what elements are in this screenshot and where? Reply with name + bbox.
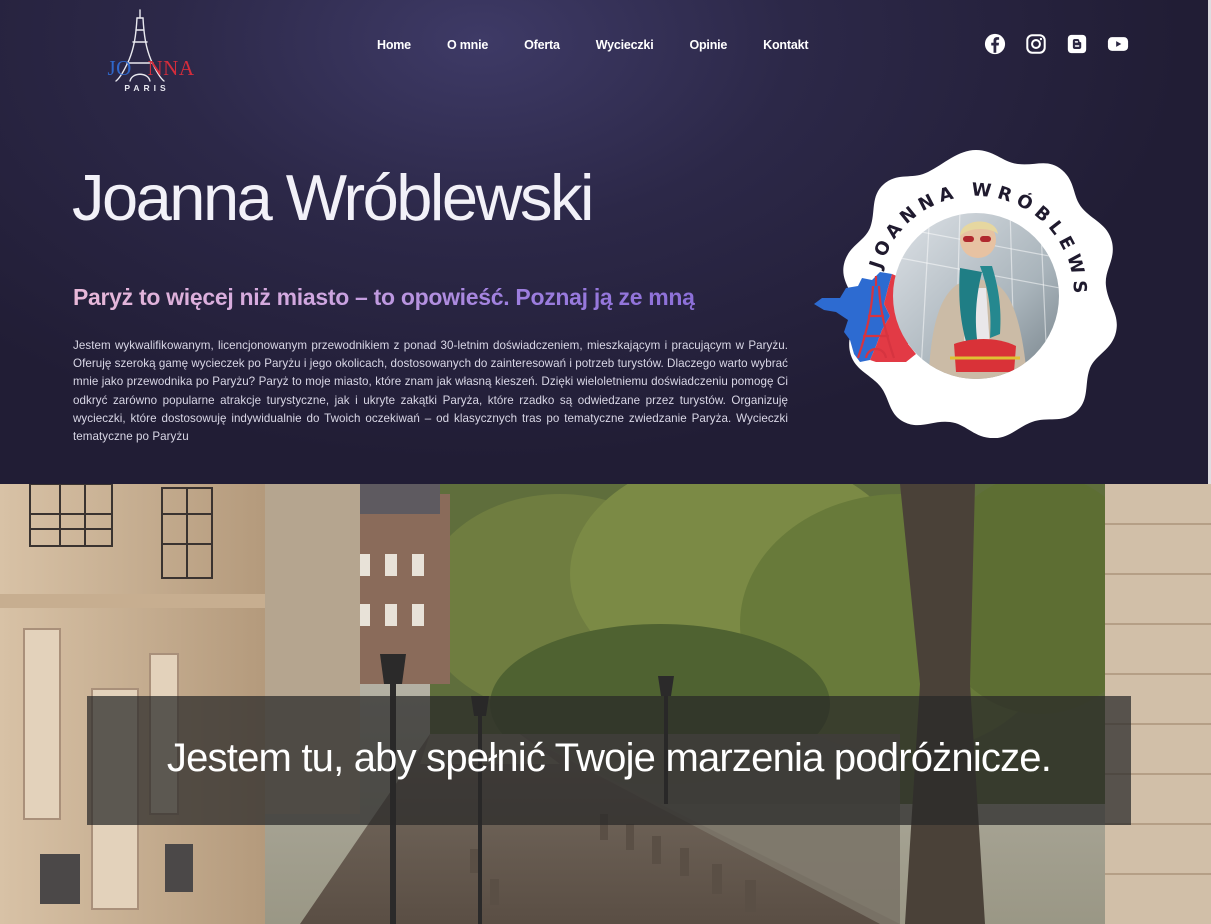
page-title: Joanna Wróblewski [72, 161, 594, 234]
main-nav: Home O mnie Oferta Wycieczki Opinie Kont… [377, 38, 809, 52]
nav-item-kontakt[interactable]: Kontakt [763, 38, 808, 52]
nav-item-wycieczki[interactable]: Wycieczki [596, 38, 654, 52]
youtube-icon[interactable] [1107, 33, 1129, 55]
nav-item-oferta[interactable]: Oferta [524, 38, 560, 52]
nav-item-home[interactable]: Home [377, 38, 411, 52]
logo-wordmark: JOANNA [107, 56, 195, 80]
quote-overlay: Jestem tu, aby spełnić Twoje marzenia po… [87, 696, 1131, 825]
social-links [984, 33, 1129, 55]
nav-item-opinie[interactable]: Opinie [689, 38, 727, 52]
hero-section: JOANNA PARIS Home O mnie Oferta Wycieczk… [0, 0, 1211, 484]
paris-street-banner: Jestem tu, aby spełnić Twoje marzenia po… [0, 484, 1211, 924]
blogger-icon[interactable] [1066, 33, 1088, 55]
portrait-badge: JOANNA WRÓBLEWSKI [810, 148, 1117, 438]
banner-quote: Jestem tu, aby spełnić Twoje marzenia po… [166, 736, 1052, 780]
instagram-icon[interactable] [1025, 33, 1047, 55]
hero-tagline: Paryż to więcej niż miasto – to opowieść… [73, 284, 695, 310]
site-logo[interactable]: JOANNA PARIS [90, 8, 220, 93]
nav-item-o-mnie[interactable]: O mnie [447, 38, 488, 52]
logo-subtitle: PARIS [124, 83, 170, 93]
hero-intro-text: Jestem wykwalifikowanym, licencjonowanym… [73, 339, 788, 444]
facebook-icon[interactable] [984, 33, 1006, 55]
